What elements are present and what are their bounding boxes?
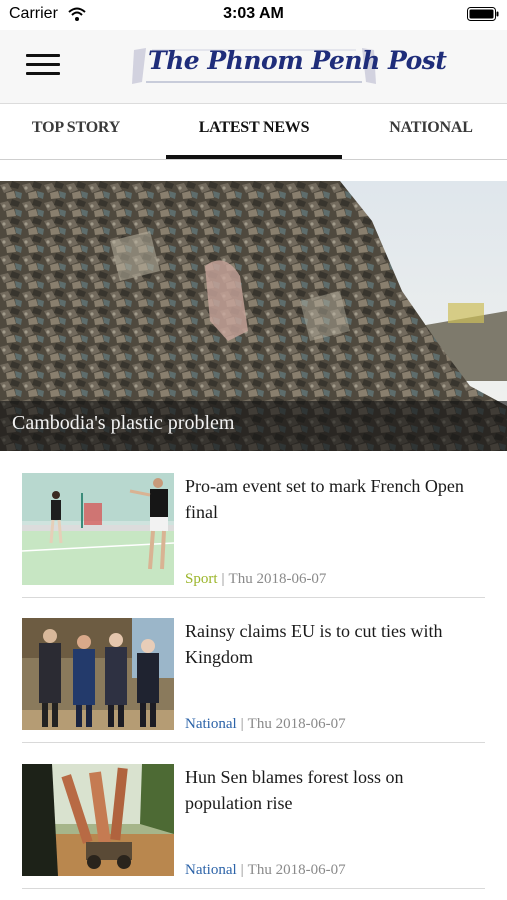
article-thumbnail (22, 618, 174, 730)
article-divider (22, 888, 485, 889)
article-date: Thu 2018-06-07 (247, 862, 346, 878)
status-bar: Carrier 3:03 AM (0, 0, 507, 30)
article-meta: Sport | Thu 2018-06-07 (185, 571, 326, 588)
article-headline: Pro-am event set to mark French Open fin… (185, 476, 464, 522)
clock: 3:03 AM (223, 5, 284, 22)
section-tab-bar: TOP STORY LATEST NEWS NATIONAL (0, 104, 507, 160)
article-meta: National | Thu 2018-06-07 (185, 862, 346, 879)
article-headline: Hun Sen blames forest loss on population… (185, 767, 404, 813)
article-divider (22, 742, 485, 743)
meta-separator: | (240, 862, 244, 878)
article-divider (22, 597, 485, 598)
article-item[interactable]: Hun Sen blames forest loss on population… (22, 764, 485, 894)
tab-latest-news[interactable]: LATEST NEWS (166, 104, 342, 160)
meta-separator: | (221, 571, 225, 587)
hamburger-menu-icon[interactable] (26, 52, 60, 78)
article-category[interactable]: Sport (185, 571, 218, 587)
tab-national[interactable]: NATIONAL (360, 104, 502, 160)
menu-bar (26, 54, 60, 57)
article-date: Thu 2018-06-07 (247, 716, 346, 732)
article-category[interactable]: National (185, 862, 237, 878)
article-item[interactable]: Rainsy claims EU is to cut ties with Kin… (22, 618, 485, 748)
article-thumbnail (22, 764, 174, 876)
tab-divider (0, 159, 507, 160)
article-meta: National | Thu 2018-06-07 (185, 716, 346, 733)
app-header: The Phnom Penh Post (0, 30, 507, 104)
article-headline: Rainsy claims EU is to cut ties with Kin… (185, 621, 443, 667)
menu-bar (26, 63, 60, 66)
tab-top-story[interactable]: TOP STORY (0, 104, 152, 160)
logo-text: The Phnom Penh Post (148, 46, 447, 75)
hero-story[interactable]: Cambodia's plastic problem (0, 181, 507, 451)
hero-caption: Cambodia's plastic problem (12, 412, 235, 434)
menu-bar (26, 72, 60, 75)
battery-icon (467, 7, 499, 21)
article-thumbnail (22, 473, 174, 585)
logo[interactable]: The Phnom Penh Post (132, 42, 447, 88)
article-category[interactable]: National (185, 716, 237, 732)
article-item[interactable]: Pro-am event set to mark French Open fin… (22, 473, 485, 603)
meta-separator: | (240, 716, 244, 732)
article-date: Thu 2018-06-07 (228, 571, 327, 587)
